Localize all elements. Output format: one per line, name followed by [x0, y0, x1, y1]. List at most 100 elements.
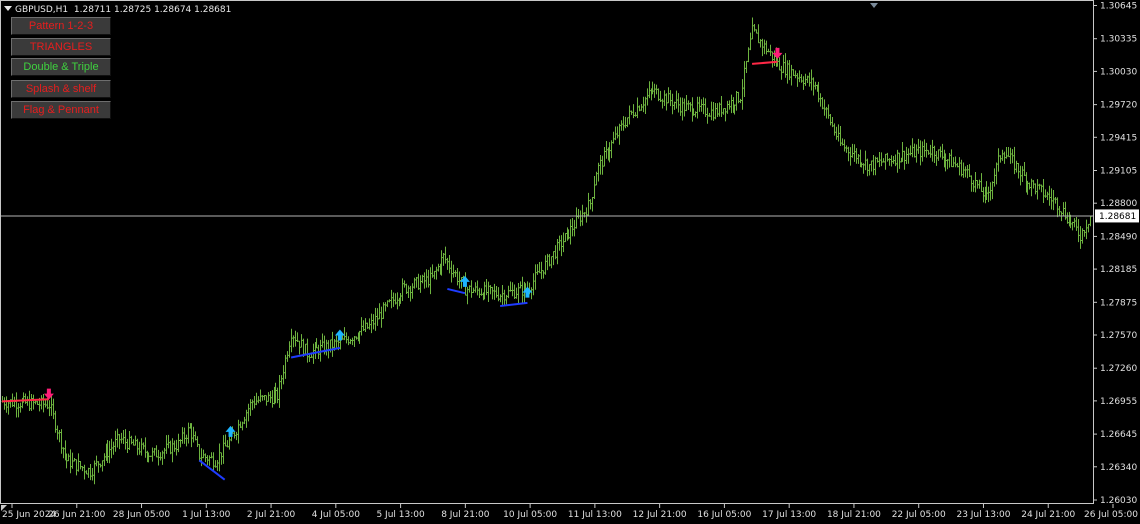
ohlc-bar [286, 351, 289, 362]
ohlc-bar [724, 108, 727, 122]
ohlc-bar [1013, 146, 1016, 175]
ohlc-bar [581, 204, 584, 226]
ohlc-bar [790, 64, 793, 86]
resistance-line [751, 60, 778, 65]
double-triple-button[interactable]: Double & Triple [11, 58, 111, 76]
ohlc-bar [517, 283, 520, 304]
ohlc-bar [599, 154, 602, 175]
ohlc-bar [1089, 216, 1092, 227]
price-chart[interactable]: 1.30645 1.30335 1.30030 1.29720 1.29415 1.291… [0, 0, 1140, 524]
splash-shelf-button[interactable]: Splash & shelf [11, 80, 111, 98]
ohlc-bar [134, 435, 137, 446]
ohlc-bar [218, 443, 221, 472]
ohlc-bar [898, 152, 901, 169]
chart-shift-marker-icon[interactable] [870, 3, 878, 8]
ohlc-bar [423, 272, 426, 289]
ohlc-bar [1085, 219, 1088, 240]
ohlc-bar [427, 269, 430, 288]
ohlc-bar [67, 453, 70, 462]
ohlc-bar [138, 441, 141, 455]
ohlc-bar [292, 335, 295, 348]
ohlc-bar [757, 24, 760, 44]
time-tick-label: 4 Jul 05:00 [312, 510, 361, 520]
ohlc-bar [97, 461, 100, 473]
ohlc-bar [392, 292, 395, 307]
ohlc-bar [130, 435, 133, 445]
ohlc-bar [1017, 162, 1020, 179]
collapse-triangle-icon[interactable] [4, 6, 12, 11]
ohlc-bar [140, 438, 143, 456]
pattern-123-button[interactable]: Pattern 1-2-3 [11, 17, 111, 35]
ohlc-bar [886, 152, 889, 162]
ohlc-bar [855, 148, 858, 164]
ohlc-bar [743, 61, 746, 98]
ohlc-bar [839, 125, 842, 147]
time-tick-label: 23 Jul 13:00 [956, 510, 1010, 520]
ohlc-bar [1009, 147, 1012, 164]
ohlc-bar [845, 145, 848, 153]
chart-window[interactable]: 1.30645 1.30335 1.30030 1.29720 1.29415 1.291… [0, 0, 1140, 524]
ohlc-bar [683, 98, 686, 117]
ohlc-bar [495, 286, 498, 298]
ohlc-bar [52, 398, 55, 420]
ohlc-bar [437, 263, 440, 272]
ohlc-bar [941, 143, 944, 160]
ohlc-bar [638, 105, 641, 112]
ohlc-bar [624, 116, 627, 129]
flag-pennant-button[interactable]: Flag & Pennant [11, 101, 111, 119]
ohlc-bar [825, 106, 828, 119]
ohlc-bar [24, 393, 27, 404]
ohlc-bar [614, 126, 617, 141]
ohlc-bar [1079, 226, 1082, 249]
ohlc-bar [978, 179, 981, 189]
ohlc-bar [304, 343, 307, 355]
ohlc-bar [812, 77, 815, 96]
ohlc-bar [749, 32, 752, 51]
ohlc-bar [737, 91, 740, 104]
ohlc-bar [968, 164, 971, 178]
ohlc-bar [220, 452, 223, 465]
ohlc-bar [907, 148, 910, 164]
ohlc-bar [868, 164, 871, 176]
ohlc-bar [540, 261, 543, 280]
ohlc-bar [819, 93, 822, 107]
ohlc-bar [612, 131, 615, 144]
ohlc-bar [681, 97, 684, 121]
ohlc-bar [370, 313, 373, 334]
ohlc-bar [177, 433, 180, 453]
ohlc-bar [669, 90, 672, 107]
ohlc-bar [909, 145, 912, 156]
ohlc-bar [755, 29, 758, 34]
ohlc-bar [470, 280, 473, 298]
ohlc-bar [864, 150, 867, 171]
ohlc-bar [872, 154, 875, 176]
ohlc-bar [794, 70, 797, 79]
ohlc-bar [954, 156, 957, 168]
ohlc-bar [919, 140, 922, 166]
ohlc-bar [175, 439, 178, 456]
ohlc-bar [671, 93, 674, 115]
ohlc-bar [157, 449, 160, 466]
ohlc-bar [126, 438, 129, 453]
ohlc-bar [663, 90, 666, 107]
ohlc-bar [99, 463, 102, 468]
triangles-button[interactable]: TRIANGLES [11, 38, 111, 56]
ohlc-bar [259, 389, 262, 403]
ohlc-bar [169, 440, 172, 455]
ohlc-bar [144, 437, 147, 458]
ohlc-bar [487, 281, 490, 302]
time-tick-label: 28 Jun 05:00 [113, 510, 170, 520]
ohlc-bar [36, 400, 39, 405]
ohlc-bar [384, 302, 387, 312]
ohlc-bar [165, 435, 168, 454]
ohlc-bar [56, 425, 59, 440]
ohlc-bar [474, 282, 477, 293]
ohlc-bar [355, 336, 358, 340]
ohlc-bar [788, 59, 791, 81]
ohlc-bar [267, 392, 270, 402]
ohlc-bar [511, 282, 514, 297]
ohlc-bar [542, 270, 545, 279]
ohlc-bar [403, 280, 406, 288]
ohlc-bar [634, 112, 637, 117]
ohlc-bar [1030, 178, 1033, 197]
